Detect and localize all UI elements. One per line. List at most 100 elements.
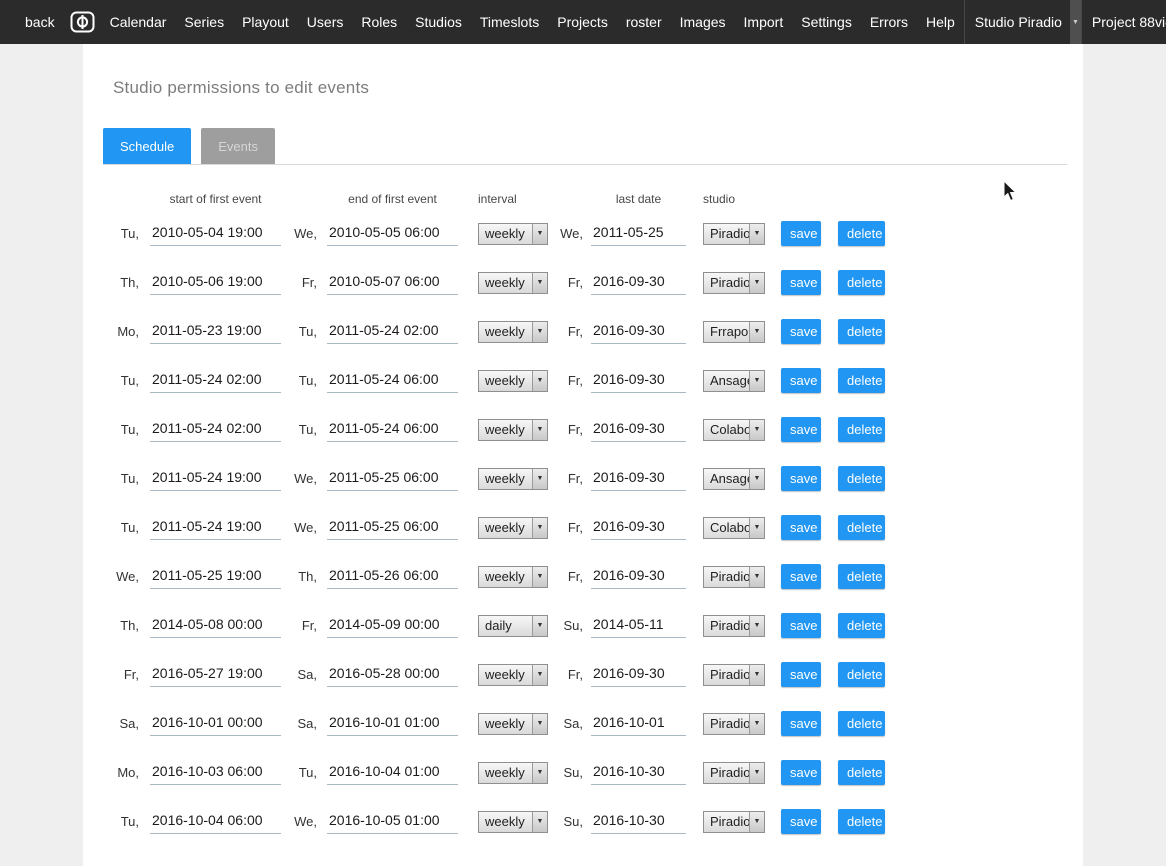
studio-select[interactable]: Piradio ▼ <box>703 664 765 686</box>
nav-item-images[interactable]: Images <box>671 14 735 30</box>
interval-select[interactable]: weekly ▼ <box>478 664 548 686</box>
nav-item-errors[interactable]: Errors <box>861 14 917 30</box>
interval-select[interactable]: weekly ▼ <box>478 223 548 245</box>
nav-item-series[interactable]: Series <box>175 14 233 30</box>
start-date-input[interactable] <box>150 663 281 687</box>
delete-button[interactable]: delete <box>838 319 885 344</box>
start-date-input[interactable] <box>150 614 281 638</box>
nav-item-help[interactable]: Help <box>917 14 964 30</box>
interval-select[interactable]: weekly ▼ <box>478 272 548 294</box>
end-date-input[interactable] <box>327 761 458 785</box>
nav-item-users[interactable]: Users <box>298 14 353 30</box>
start-date-input[interactable] <box>150 712 281 736</box>
end-date-input[interactable] <box>327 320 458 344</box>
project-dropdown[interactable]: Project 88vier ▼ <box>1081 0 1166 44</box>
delete-button[interactable]: delete <box>838 760 885 785</box>
last-date-input[interactable] <box>591 614 686 638</box>
interval-select[interactable]: weekly ▼ <box>478 419 548 441</box>
start-date-input[interactable] <box>150 810 281 834</box>
end-date-input[interactable] <box>327 565 458 589</box>
last-date-input[interactable] <box>591 663 686 687</box>
end-date-input[interactable] <box>327 467 458 491</box>
last-date-input[interactable] <box>591 418 686 442</box>
last-date-input[interactable] <box>591 565 686 589</box>
nav-item-roles[interactable]: Roles <box>352 14 406 30</box>
delete-button[interactable]: delete <box>838 221 885 246</box>
interval-select[interactable]: weekly ▼ <box>478 713 548 735</box>
interval-select[interactable]: weekly ▼ <box>478 811 548 833</box>
nav-item-import[interactable]: Import <box>735 14 793 30</box>
save-button[interactable]: save <box>781 221 821 246</box>
studio-select[interactable]: Frrapo ▼ <box>703 321 765 343</box>
start-date-input[interactable] <box>150 761 281 785</box>
studio-select[interactable]: Colabo ▼ <box>703 517 765 539</box>
end-date-input[interactable] <box>327 516 458 540</box>
studio-select[interactable]: Piradio ▼ <box>703 615 765 637</box>
save-button[interactable]: save <box>781 319 821 344</box>
save-button[interactable]: save <box>781 466 821 491</box>
tab-schedule[interactable]: Schedule <box>103 128 191 164</box>
studio-select[interactable]: Ansage ▼ <box>703 370 765 392</box>
nav-item-projects[interactable]: Projects <box>548 14 617 30</box>
save-button[interactable]: save <box>781 368 821 393</box>
start-date-input[interactable] <box>150 320 281 344</box>
delete-button[interactable]: delete <box>838 270 885 295</box>
app-logo-icon[interactable] <box>64 11 101 33</box>
back-link[interactable]: back <box>16 14 64 30</box>
delete-button[interactable]: delete <box>838 613 885 638</box>
end-date-input[interactable] <box>327 369 458 393</box>
studio-select[interactable]: Piradio ▼ <box>703 762 765 784</box>
start-date-input[interactable] <box>150 369 281 393</box>
interval-select[interactable]: weekly ▼ <box>478 370 548 392</box>
save-button[interactable]: save <box>781 711 821 736</box>
delete-button[interactable]: delete <box>838 515 885 540</box>
delete-button[interactable]: delete <box>838 368 885 393</box>
last-date-input[interactable] <box>591 320 686 344</box>
studio-dropdown[interactable]: Studio Piradio ▼ <box>964 0 1081 44</box>
save-button[interactable]: save <box>781 270 821 295</box>
interval-select[interactable]: weekly ▼ <box>478 321 548 343</box>
end-date-input[interactable] <box>327 222 458 246</box>
interval-select[interactable]: daily ▼ <box>478 615 548 637</box>
save-button[interactable]: save <box>781 417 821 442</box>
save-button[interactable]: save <box>781 662 821 687</box>
last-date-input[interactable] <box>591 369 686 393</box>
save-button[interactable]: save <box>781 613 821 638</box>
nav-item-studios[interactable]: Studios <box>406 14 471 30</box>
start-date-input[interactable] <box>150 516 281 540</box>
last-date-input[interactable] <box>591 761 686 785</box>
end-date-input[interactable] <box>327 810 458 834</box>
interval-select[interactable]: weekly ▼ <box>478 566 548 588</box>
studio-select[interactable]: Piradio ▼ <box>703 272 765 294</box>
delete-button[interactable]: delete <box>838 809 885 834</box>
end-date-input[interactable] <box>327 418 458 442</box>
studio-select[interactable]: Piradio ▼ <box>703 223 765 245</box>
nav-item-timeslots[interactable]: Timeslots <box>471 14 548 30</box>
interval-select[interactable]: weekly ▼ <box>478 468 548 490</box>
studio-select[interactable]: Ansage ▼ <box>703 468 765 490</box>
delete-button[interactable]: delete <box>838 662 885 687</box>
tab-events[interactable]: Events <box>201 128 275 164</box>
studio-select[interactable]: Colabo ▼ <box>703 419 765 441</box>
start-date-input[interactable] <box>150 271 281 295</box>
last-date-input[interactable] <box>591 810 686 834</box>
delete-button[interactable]: delete <box>838 466 885 491</box>
save-button[interactable]: save <box>781 515 821 540</box>
studio-select[interactable]: Piradio ▼ <box>703 566 765 588</box>
last-date-input[interactable] <box>591 222 686 246</box>
start-date-input[interactable] <box>150 565 281 589</box>
start-date-input[interactable] <box>150 418 281 442</box>
save-button[interactable]: save <box>781 809 821 834</box>
nav-item-playout[interactable]: Playout <box>233 14 298 30</box>
last-date-input[interactable] <box>591 516 686 540</box>
end-date-input[interactable] <box>327 663 458 687</box>
studio-select[interactable]: Piradio ▼ <box>703 713 765 735</box>
delete-button[interactable]: delete <box>838 417 885 442</box>
interval-select[interactable]: weekly ▼ <box>478 762 548 784</box>
last-date-input[interactable] <box>591 467 686 491</box>
save-button[interactable]: save <box>781 760 821 785</box>
delete-button[interactable]: delete <box>838 711 885 736</box>
nav-item-roster[interactable]: roster <box>617 14 671 30</box>
end-date-input[interactable] <box>327 712 458 736</box>
nav-item-settings[interactable]: Settings <box>792 14 861 30</box>
